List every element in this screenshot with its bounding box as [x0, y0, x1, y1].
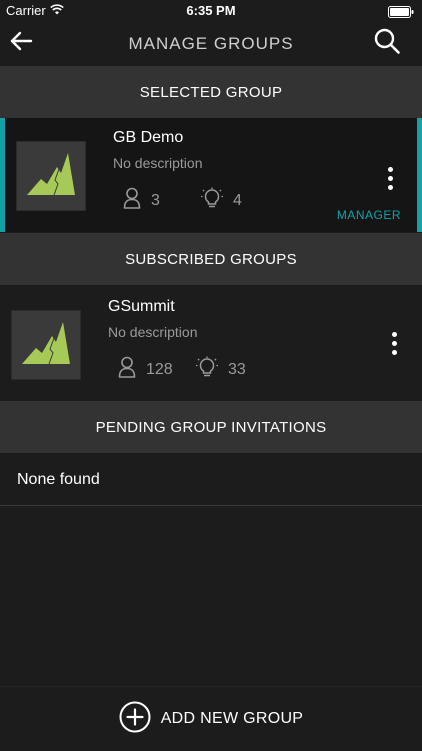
group-description: No description — [108, 324, 198, 340]
member-count: 3 — [123, 187, 160, 214]
lightbulb-icon — [196, 356, 218, 383]
lightbulb-icon — [201, 187, 223, 214]
status-time: 6:35 PM — [186, 3, 236, 18]
group-name: GSummit — [108, 298, 175, 315]
kebab-dot — [391, 349, 397, 355]
kebab-dot — [387, 175, 393, 181]
member-count-value: 3 — [151, 191, 160, 209]
group-thumbnail — [11, 310, 81, 380]
empty-state-text: None found — [17, 471, 100, 488]
plus-circle-icon — [119, 701, 151, 738]
search-button[interactable] — [372, 28, 402, 58]
more-options-button[interactable] — [378, 163, 402, 193]
mountain-logo-icon — [25, 151, 77, 202]
idea-count: 4 — [201, 187, 242, 214]
add-new-group-label: ADD NEW GROUP — [160, 710, 304, 727]
person-icon — [123, 187, 141, 214]
navigation-bar: MANAGE GROUPS — [0, 22, 422, 66]
subscribed-group-card[interactable]: GSummit No description 128 33 — [0, 287, 422, 400]
kebab-dot — [387, 166, 393, 172]
kebab-dot — [391, 331, 397, 337]
group-description: No description — [113, 155, 203, 171]
section-header-subscribed: SUBSCRIBED GROUPS — [0, 233, 422, 285]
status-bar: Carrier 6:35 PM — [0, 0, 422, 22]
idea-count-value: 4 — [233, 191, 242, 209]
person-icon — [118, 356, 136, 383]
mountain-logo-icon — [20, 320, 72, 371]
back-button[interactable] — [6, 28, 36, 58]
battery-icon — [388, 5, 414, 23]
group-thumbnail — [16, 141, 86, 211]
selected-group-card[interactable]: GB Demo No description 3 4 MANAGER — [0, 118, 422, 232]
section-header-selected: SELECTED GROUP — [0, 66, 422, 118]
member-count-value: 128 — [146, 360, 173, 378]
idea-count: 33 — [196, 356, 246, 383]
manage-groups-screen: Carrier 6:35 PM MANAGE GROUPS SELECTED G… — [0, 0, 422, 751]
pending-empty-row: None found — [0, 455, 422, 506]
add-new-group-button[interactable]: ADD NEW GROUP — [0, 686, 422, 751]
role-badge: MANAGER — [336, 208, 401, 222]
search-icon — [373, 27, 401, 60]
kebab-dot — [391, 340, 397, 346]
page-title: MANAGE GROUPS — [128, 34, 294, 53]
idea-count-value: 33 — [228, 360, 246, 378]
section-header-pending: PENDING GROUP INVITATIONS — [0, 401, 422, 453]
kebab-dot — [387, 184, 393, 190]
group-name: GB Demo — [113, 129, 184, 146]
more-options-button[interactable] — [382, 328, 406, 358]
member-count: 128 — [118, 356, 173, 383]
back-arrow-icon — [9, 30, 33, 57]
